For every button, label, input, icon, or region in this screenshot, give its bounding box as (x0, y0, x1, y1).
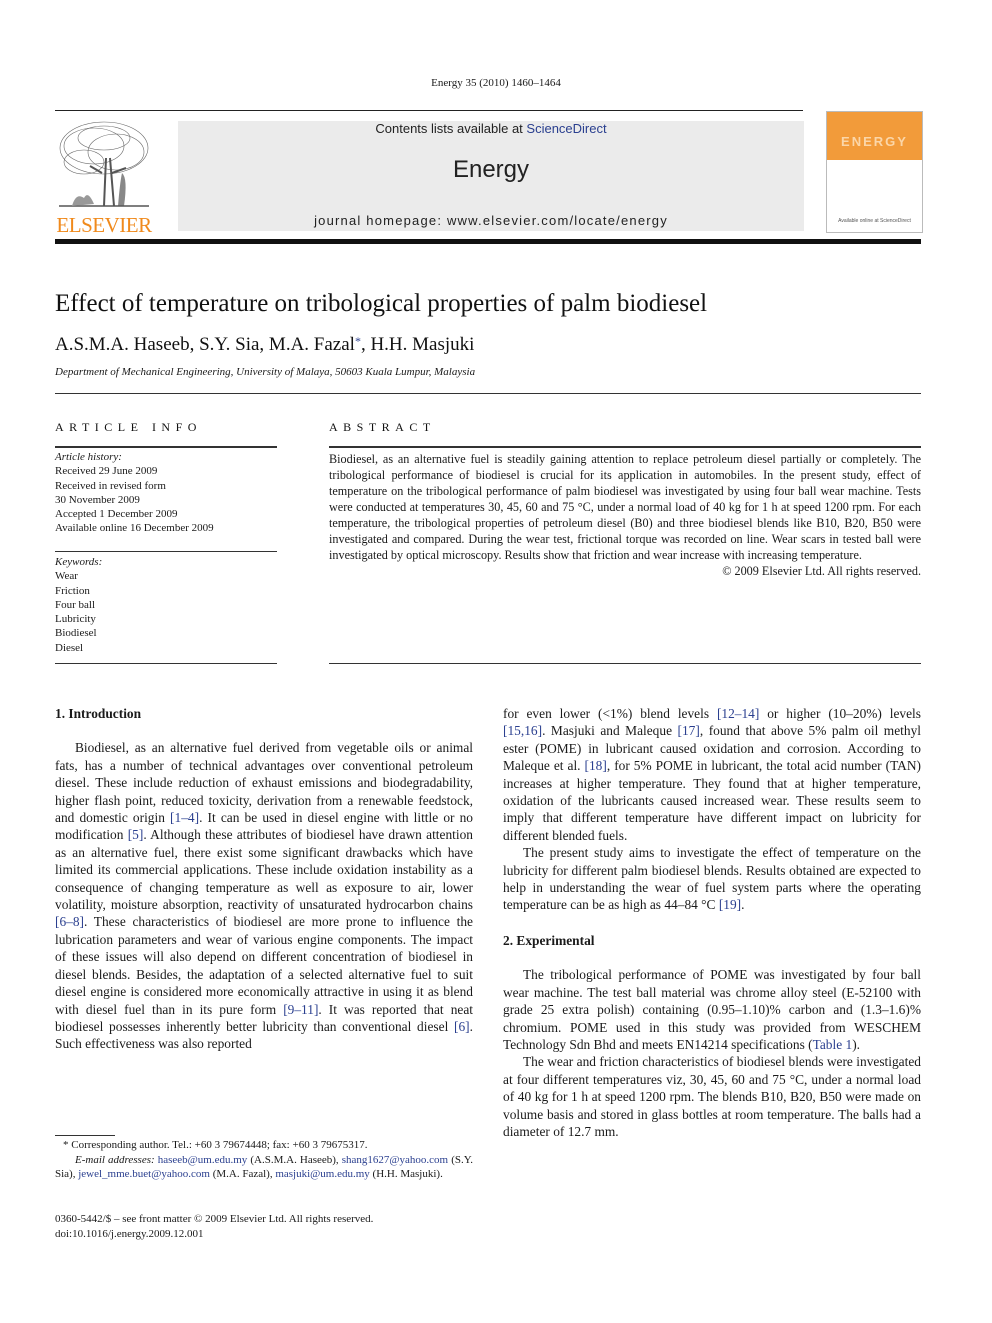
history-item: Received in revised form (55, 479, 166, 492)
abstract-body: Biodiesel, as an alternative fuel is ste… (329, 451, 921, 579)
experimental-paragraph: The tribological performance of POME was… (503, 966, 921, 1053)
journal-cover[interactable]: ENERGY Available online at ScienceDirect (826, 111, 923, 233)
left-column: 1. Introduction Biodiesel, as an alterna… (55, 705, 473, 1053)
journal-citation: Energy 35 (2010) 1460–1464 (431, 77, 561, 89)
author-list: A.S.M.A. Haseeb, S.Y. Sia, M.A. Fazal*, … (55, 334, 474, 356)
elsevier-wordmark: ELSEVIER (56, 213, 152, 237)
email-addresses: E-mail addresses: haseeb@um.edu.my (A.S.… (55, 1153, 473, 1182)
keyword-item: Wear (55, 570, 78, 583)
article-info-heading: ARTICLE INFO (55, 420, 202, 434)
reference-link[interactable]: [15,16] (503, 723, 542, 738)
reference-link[interactable]: [6–8] (55, 914, 84, 929)
keyword-item: Biodiesel (55, 627, 97, 640)
authors-text-end: , H.H. Masjuki (360, 334, 475, 355)
email-link[interactable]: haseeb@um.edu.my (158, 1154, 248, 1166)
authors-text: A.S.M.A. Haseeb, S.Y. Sia, M.A. Fazal (55, 334, 355, 355)
text-run: The present study aims to investigate th… (503, 845, 921, 913)
article-info-bottom-rule (55, 663, 277, 664)
section-heading-introduction: 1. Introduction (55, 706, 142, 721)
abstract-copyright: © 2009 Elsevier Ltd. All rights reserved… (722, 564, 921, 578)
cover-title: ENERGY (841, 134, 908, 149)
contents-line: Contents lists available at ScienceDirec… (178, 121, 804, 136)
history-item: 30 November 2009 (55, 493, 140, 506)
abstract-text: Biodiesel, as an alternative fuel is ste… (329, 452, 921, 562)
text-run: for even lower (<1%) blend levels (503, 706, 717, 721)
reference-link[interactable]: [1–4] (170, 810, 199, 825)
reference-link[interactable]: [12–14] (717, 706, 759, 721)
affiliation: Department of Mechanical Engineering, Un… (55, 366, 476, 378)
section-heading-experimental: 2. Experimental (503, 932, 595, 948)
keywords-label: Keywords: (55, 556, 103, 568)
keyword-item: Four ball (55, 598, 96, 611)
contents-prefix: Contents lists available at (375, 121, 527, 136)
text-run: or higher (10–20%) levels (759, 706, 921, 721)
elsevier-logo[interactable]: ELSEVIER (54, 118, 154, 237)
reference-link[interactable]: [6] (454, 1019, 470, 1034)
introduction-paragraph-continued: for even lower (<1%) blend levels [12–14… (503, 705, 921, 844)
reference-link[interactable]: [9–11] (283, 1002, 318, 1017)
table-link[interactable]: Table 1 (813, 1037, 853, 1052)
history-item: Accepted 1 December 2009 (55, 508, 178, 521)
journal-header-band: Contents lists available at ScienceDirec… (178, 121, 804, 231)
journal-homepage-link[interactable]: journal homepage: www.elsevier.com/locat… (178, 213, 804, 228)
elsevier-tree-icon (59, 121, 149, 207)
article-info-rule (55, 446, 277, 448)
history-item: Received 29 June 2009 (55, 465, 158, 478)
abstract-heading: ABSTRACT (329, 420, 436, 434)
reference-link[interactable]: [17] (678, 723, 700, 738)
abstract-rule (329, 446, 921, 448)
right-column: for even lower (<1%) blend levels [12–14… (503, 705, 921, 1140)
text-run: . Masjuki and Maleque (542, 723, 678, 739)
corresponding-author-note: * Corresponding author. Tel.: +60 3 7967… (63, 1139, 368, 1151)
cover-footer: Available online at ScienceDirect (838, 218, 911, 224)
reference-link[interactable]: [18] (585, 758, 607, 773)
email-owner: (A.S.M.A. Haseeb), (247, 1153, 342, 1166)
text-run: . (741, 897, 745, 913)
keyword-item: Lubricity (55, 613, 96, 626)
front-matter: 0360-5442/$ – see front matter © 2009 El… (55, 1212, 373, 1242)
keyword-item: Friction (55, 584, 90, 597)
email-owner: (M.A. Fazal), (209, 1168, 276, 1180)
introduction-paragraph: Biodiesel, as an alternative fuel derive… (55, 739, 473, 1052)
email-link[interactable]: shang1627@yahoo.com (342, 1154, 448, 1166)
article-history-label: Article history: (55, 451, 122, 463)
keyword-item: Diesel (55, 641, 84, 654)
footnote-rule (55, 1135, 115, 1136)
abstract-bottom-rule (329, 663, 921, 664)
history-item: Available online 16 December 2009 (55, 522, 214, 535)
masthead-thick-rule (55, 239, 921, 244)
footnote: * Corresponding author. Tel.: +60 3 7967… (55, 1138, 473, 1182)
email-link[interactable]: jewel_mme.buet@yahoo.com (78, 1168, 210, 1180)
email-label: E-mail addresses: (75, 1153, 155, 1166)
article-title: Effect of temperature on tribological pr… (55, 290, 708, 317)
issn-line: 0360-5442/$ – see front matter © 2009 El… (55, 1213, 374, 1225)
experimental-paragraph: The wear and friction characteristics of… (503, 1054, 921, 1139)
email-owner: (H.H. Masjuki). (369, 1168, 443, 1180)
keywords: Keywords: Wear Friction Four ball Lubric… (55, 555, 102, 655)
keywords-rule (55, 551, 277, 552)
doi-link[interactable]: doi:10.1016/j.energy.2009.12.001 (55, 1227, 373, 1242)
reference-link[interactable]: [19] (719, 897, 741, 912)
text-run: ). (852, 1036, 860, 1052)
reference-link[interactable]: [5] (128, 827, 144, 842)
title-rule (55, 393, 921, 394)
email-link[interactable]: masjuki@um.edu.my (275, 1168, 369, 1180)
introduction-paragraph: The present study aims to investigate th… (503, 844, 921, 914)
journal-name: Energy (452, 156, 530, 183)
sciencedirect-link[interactable]: ScienceDirect (526, 121, 606, 136)
header-rule (55, 110, 803, 111)
article-history: Article history: Received 29 June 2009 R… (55, 450, 214, 536)
